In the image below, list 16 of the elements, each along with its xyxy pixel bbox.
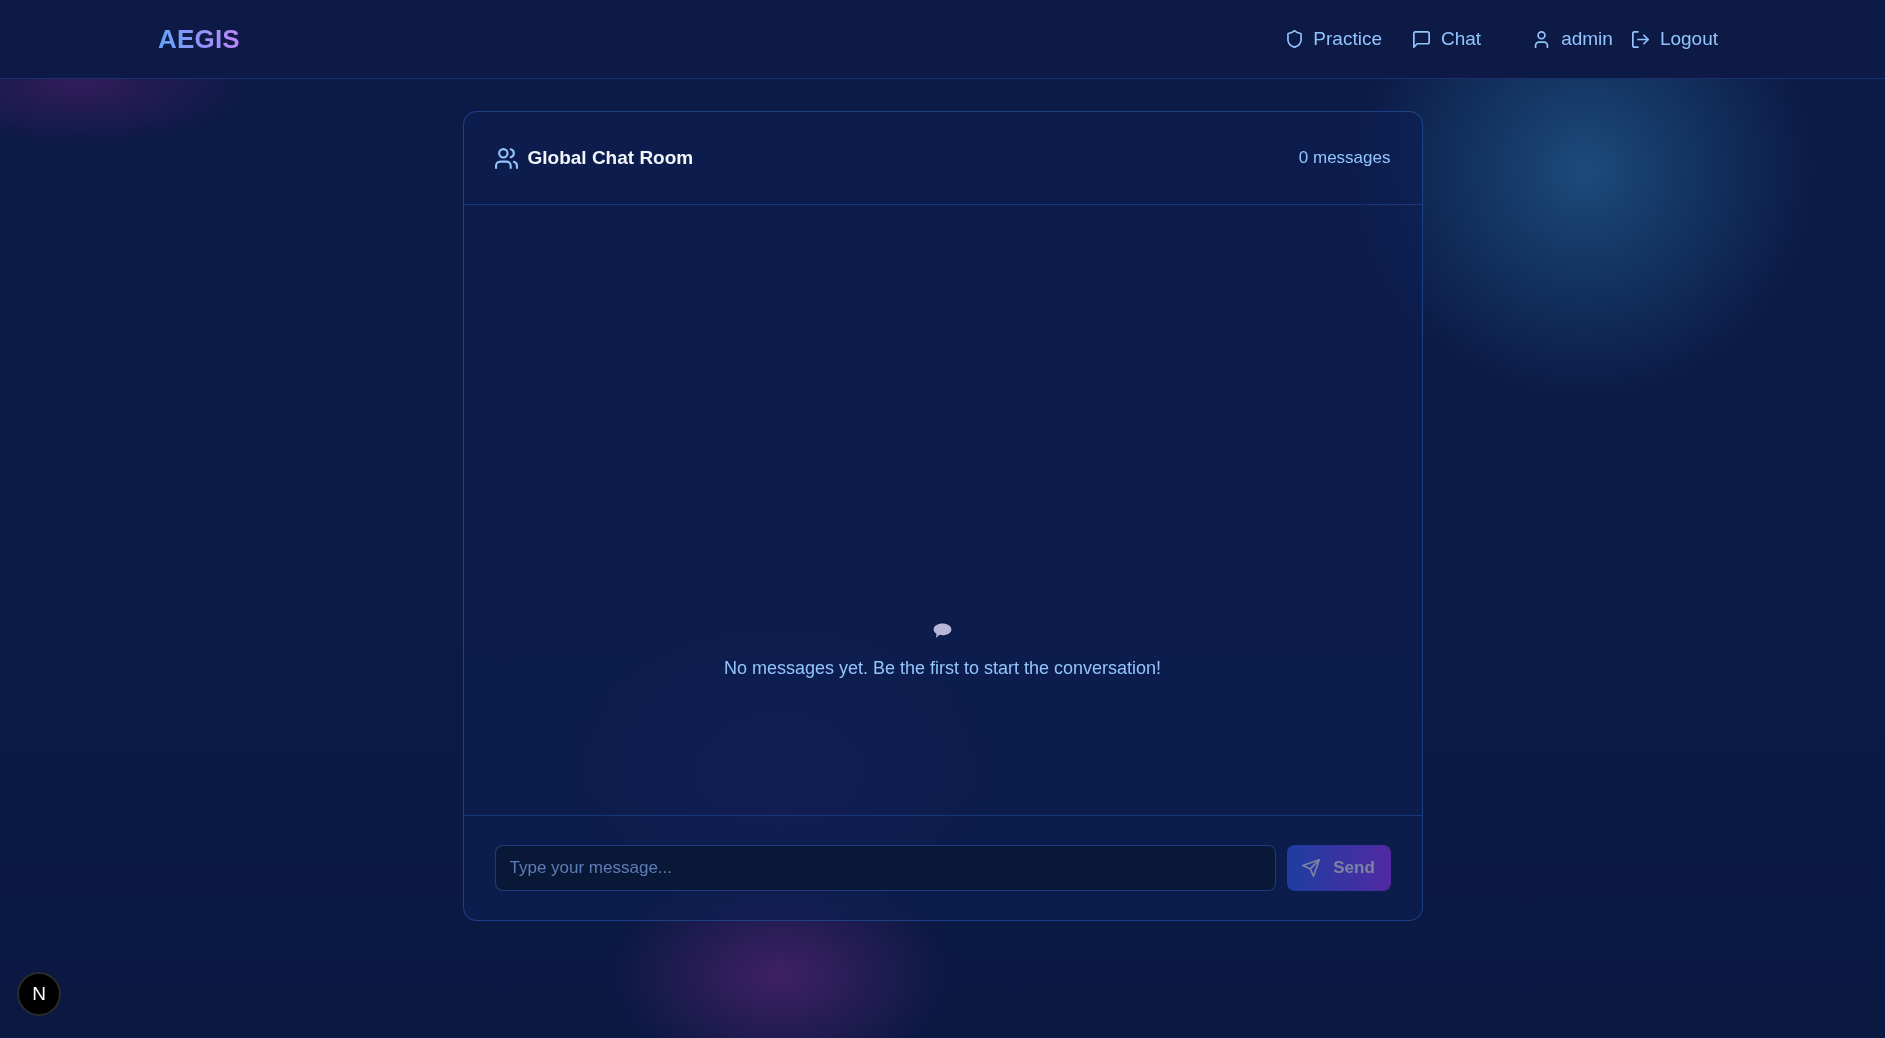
username: admin [1561, 28, 1613, 50]
nav-link[interactable]: Practice [1287, 28, 1382, 50]
user-icon [1533, 30, 1551, 48]
users-icon [494, 147, 518, 169]
message-count: 0 messages [1298, 148, 1391, 168]
send-icon [1302, 859, 1321, 877]
speech-bubble-icon [933, 623, 952, 638]
logout-button[interactable]: Logout [1631, 28, 1718, 50]
nav-link[interactable]: Chat [1413, 28, 1482, 50]
message-input[interactable]: Type your message... [494, 845, 1276, 891]
chat-icon [1413, 30, 1430, 48]
shield-icon [1287, 30, 1303, 48]
dev-tools-button[interactable]: N [17, 972, 61, 1016]
logout-icon [1631, 30, 1649, 48]
chat-room-title: Global Chat Room [527, 147, 694, 169]
empty-state-text: No messages yet. Be the first to start the conversation! [723, 658, 1162, 679]
